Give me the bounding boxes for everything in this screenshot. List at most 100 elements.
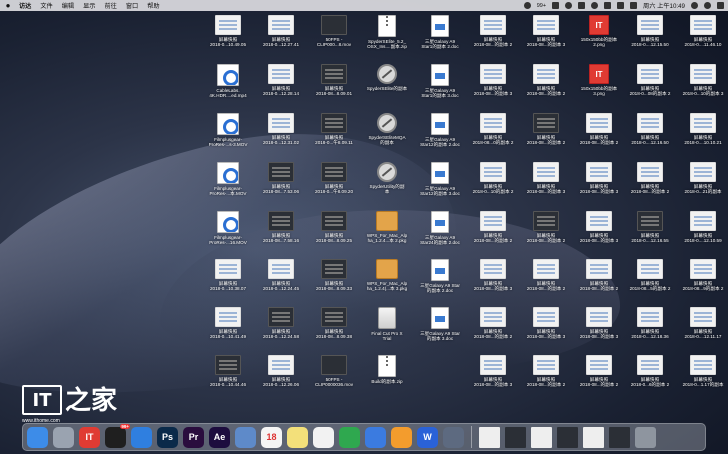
desktop-file-icon[interactable]: 屏幕快照 2018-08...的副本 2 <box>574 258 624 306</box>
aftereffects-app-icon[interactable]: Ae <box>209 426 230 448</box>
siri-icon[interactable] <box>704 2 711 9</box>
desktop-file-icon[interactable]: 屏幕快照 2018-0...1.17的副本 <box>678 354 728 402</box>
menu-clock[interactable]: 周六 上午10:49 <box>643 1 685 10</box>
numbers-app-icon[interactable] <box>339 426 360 448</box>
desktop-file-icon[interactable]: 三星Galaxy A9 Star12的副本 3.doc <box>415 161 465 209</box>
desktop-file-icon[interactable]: Build的副本.zip <box>362 354 412 402</box>
desktop-file-icon[interactable]: 三星Galaxy A9 Star 的副本 2.doc <box>415 258 465 306</box>
desktop-file-icon[interactable]: 屏幕快照 2018-08...的副本 3 <box>521 306 571 354</box>
dock-doc-4-icon[interactable] <box>557 426 578 448</box>
finder-app-icon[interactable] <box>27 426 48 448</box>
desktop-file-icon[interactable]: 屏幕快照 2018-08...8.09.38 <box>309 306 359 354</box>
dock-doc-5-icon[interactable] <box>583 426 604 448</box>
desktop-file-icon[interactable]: 屏幕快照 2018-08...7.53.06 <box>256 161 306 209</box>
desktop-file-icon[interactable]: 屏幕快照 2018-0....12.16.50 <box>625 112 675 160</box>
preview-app-icon[interactable] <box>235 426 256 448</box>
desktop-file-icon[interactable]: 屏幕快照 2018-08...的副本 2 <box>468 306 518 354</box>
menu-help[interactable]: 帮助 <box>147 1 159 10</box>
desktop-file-icon[interactable]: 屏幕快照 2018-08...的副本 2 <box>521 112 571 160</box>
dock-doc-6-icon[interactable] <box>609 426 630 448</box>
desktop-file-icon[interactable]: Filmplusgear- ProRes-...s-3.MOV <box>203 112 253 160</box>
desktop-file-icon[interactable]: 屏幕快照 2018-0...12.24.45 <box>256 258 306 306</box>
desktop-file-icon[interactable]: 屏幕快照 2018-08...7.58.16 <box>256 210 306 258</box>
desktop-file-icon[interactable]: 屏幕快照 2018-08...9的副本 2 <box>678 258 728 306</box>
volume-icon[interactable] <box>604 2 612 9</box>
desktop-file-icon[interactable]: 屏幕快照 2018-0...21的副本 <box>678 161 728 209</box>
calendar-app-icon[interactable]: 18 <box>261 426 282 448</box>
battery-icon[interactable] <box>617 2 625 9</box>
desktop-file-icon[interactable]: 屏幕快照 2018-08...的副本 2 <box>521 210 571 258</box>
desktop-file-icon[interactable]: 屏幕快照 2018-08...8.09.01 <box>309 63 359 111</box>
desktop-file-icon[interactable]: 屏幕快照 2018-0....12.16.55 <box>625 210 675 258</box>
desktop-file-icon[interactable]: 150x150bb的副本 3.png <box>574 63 624 111</box>
desktop-file-icon[interactable]: 屏幕快照 2018-08...5的副本 2 <box>625 258 675 306</box>
menu-edit[interactable]: 编辑 <box>62 1 74 10</box>
desktop-file-icon[interactable]: 屏幕快照 2018-08...的副本 3 <box>574 210 624 258</box>
desktop-file-icon[interactable]: SpyderUtility的副 本 <box>362 161 412 209</box>
desktop-file-icon[interactable]: 屏幕快照 2018-0....12.18.36 <box>625 306 675 354</box>
safari-app-icon[interactable] <box>131 426 152 448</box>
wifi-icon[interactable] <box>591 2 599 9</box>
apple-icon[interactable]: ● <box>4 1 12 10</box>
desktop-file-icon[interactable]: 屏幕快照 2018-0...10的副本 2 <box>468 161 518 209</box>
desktop-file-icon[interactable]: 三星Galaxy A9 Star1的副本 3.doc <box>415 63 465 111</box>
menu-go[interactable]: 前往 <box>105 1 117 10</box>
desktop-file-icon[interactable]: CableLabs. 4K.HDR....ed.mp4 <box>203 63 253 111</box>
desktop-file-icon[interactable]: 屏幕快照 2018-08...的副本 3 <box>468 354 518 402</box>
pages-app-icon[interactable] <box>391 426 412 448</box>
desktop-file-icon[interactable]: SpyderSEliteMQA 的副本 <box>362 112 412 160</box>
menu-window[interactable]: 窗口 <box>126 1 138 10</box>
photos-app-icon[interactable] <box>313 426 334 448</box>
desktop-file-icon[interactable]: 屏幕快照 2018-08...的副本 2 <box>521 354 571 402</box>
wechat-status-icon[interactable] <box>552 2 560 9</box>
desktop-file-icon[interactable]: WPS_For_Mac_Alp ha_1.2.4(...本 3.pkg <box>362 258 412 306</box>
desktop-file-icon[interactable]: 屏幕快照 2018-08...0的副本 2 <box>468 112 518 160</box>
desktop-file-icon[interactable]: 屏幕快照 2018-0....11.46.10 <box>678 14 728 62</box>
desktop-file-icon[interactable]: 屏幕快照 2018-0...10.38.07 <box>203 258 253 306</box>
desktop-file-icon[interactable]: 屏幕快照 2018-0...午8.09.20 <box>309 161 359 209</box>
sync-status-icon[interactable] <box>565 2 573 9</box>
desktop-file-icon[interactable]: 屏幕快照 2018-0...12.26.06 <box>256 354 306 402</box>
desktop-file-icon[interactable]: 屏幕快照 2018-0....12.10.59 <box>678 210 728 258</box>
notification-center-icon[interactable] <box>717 2 724 9</box>
menu-finder[interactable]: 访达 <box>19 1 31 10</box>
desktop-file-icon[interactable]: 屏幕快照 2018-08...的副本 3 <box>468 63 518 111</box>
desktop-file-icon[interactable]: 屏幕快照 2018-0...12.27.41 <box>256 14 306 62</box>
desktop-file-icon[interactable]: 屏幕快照 2018-08...8.09.25 <box>309 210 359 258</box>
dock-doc-1-icon[interactable] <box>479 426 500 448</box>
input-method-icon[interactable] <box>630 2 638 9</box>
desktop-file-icon[interactable]: 屏幕快照 2018-08...的副本 3 <box>574 306 624 354</box>
desktop-file-icon[interactable]: Filmplusgear- ProRes-...本.MOV <box>203 161 253 209</box>
desktop-file-icon[interactable]: 屏幕快照 2018-0...10的副本 3 <box>678 63 728 111</box>
desktop-file-icon[interactable]: 屏幕快照 2018-08...8.09.33 <box>309 258 359 306</box>
desktop-file-icon[interactable]: 屏幕快照 2018-0...08的副本 2 <box>625 63 675 111</box>
keynote-app-icon[interactable] <box>365 426 386 448</box>
desktop-file-icon[interactable]: WPS_For_Mac_Alp ha_1.2.4...本 2.pkg <box>362 210 412 258</box>
desktop-file-icon[interactable]: 屏幕快照 2018-08...的副本 2 <box>521 258 571 306</box>
search-icon[interactable] <box>691 2 698 9</box>
desktop-file-icon[interactable]: 屏幕快照 2018-08...的副本 3 <box>574 161 624 209</box>
desktop-file-icon[interactable]: 屏幕快照 2018-08...的副本 3 <box>468 258 518 306</box>
desktop-file-icon[interactable]: 屏幕快照 2018-0....12.15.50 <box>625 14 675 62</box>
desktop-file-icon[interactable]: 屏幕快照 2018-0...12.28.14 <box>256 63 306 111</box>
desktop-file-icon[interactable]: 屏幕快照 2018-0...10.49.05 <box>203 14 253 62</box>
desktop-file-icon[interactable]: SpyderSElite的副本 <box>362 63 412 111</box>
desktop-file-icon[interactable]: 屏幕快照 2018-08...的副本 2 <box>468 14 518 62</box>
trash-icon[interactable] <box>635 426 656 448</box>
desktop-file-icon[interactable]: 屏幕快照 2018-0...10.44.46 <box>203 354 253 402</box>
desktop-file-icon[interactable]: 三星Galaxy A9 Star 的副本 3.doc <box>415 306 465 354</box>
desktop-file-icon[interactable]: 屏幕快照 2018-08...的副本 3 <box>521 161 571 209</box>
airplay-icon[interactable] <box>578 2 586 9</box>
dock-doc-2-icon[interactable] <box>505 426 526 448</box>
desktop-file-icon[interactable]: 屏幕快照 2018-0...6的副本 2 <box>625 354 675 402</box>
qq-status-icon[interactable] <box>523 2 531 9</box>
wps-app-icon[interactable]: W <box>417 426 438 448</box>
ithome-app-icon[interactable]: IT <box>79 426 100 448</box>
qq-app-icon[interactable]: 99+ <box>105 423 130 448</box>
desktop-file-icon[interactable]: 屏幕快照 2018-0...10.41.49 <box>203 306 253 354</box>
desktop-file-icon[interactable]: SpyderSElite_5.2_ OSX_Ins....副本.zip <box>362 14 412 62</box>
desktop-file-icon[interactable]: 屏幕快照 2018-08...的副本 2 <box>468 210 518 258</box>
desktop-file-icon[interactable]: 屏幕快照 2018-08...的副本 2 <box>521 63 571 111</box>
desktop-file-icon[interactable]: 屏幕快照 2018-08...的副本 2 <box>625 161 675 209</box>
desktop-file-icon[interactable]: 150x150bb的副本 2.png <box>574 14 624 62</box>
